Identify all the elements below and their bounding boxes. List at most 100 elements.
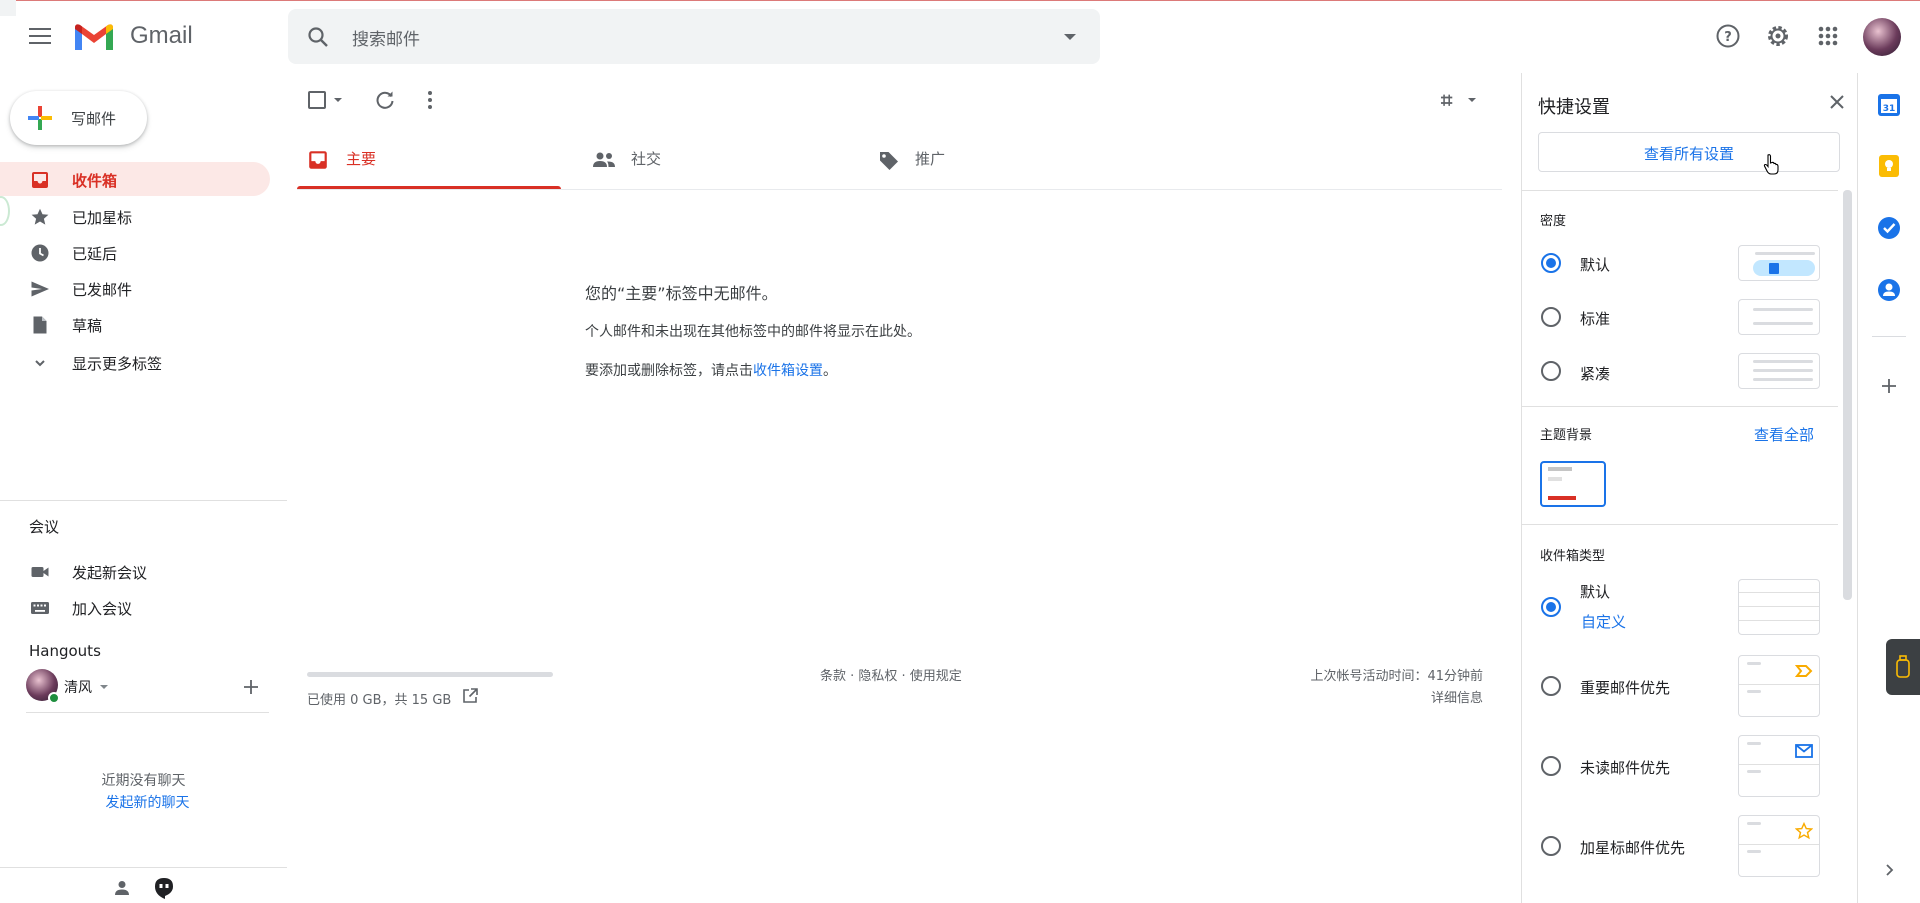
storage-usage-text: 已使用 0 GB，共 15 GB — [307, 693, 452, 708]
sidebar-item-label: 已加星标 — [72, 209, 133, 227]
inbox-unread-first-radio[interactable] — [1541, 756, 1561, 776]
input-tools-icon[interactable]: ⌗ — [1441, 88, 1452, 112]
calendar-icon[interactable]: 31 — [1876, 92, 1902, 118]
contacts-person-icon[interactable] — [112, 878, 132, 898]
search-bar[interactable]: 搜索邮件 — [288, 9, 1100, 64]
sidebar-item-inbox[interactable]: 收件箱 — [0, 162, 270, 196]
quick-settings-scrollbar[interactable] — [1843, 190, 1852, 600]
svg-text:?: ? — [1724, 30, 1732, 45]
bottom-divider — [0, 867, 287, 868]
density-default-radio[interactable] — [1541, 253, 1561, 273]
activity-details-link[interactable]: 详细信息 — [1300, 687, 1483, 706]
search-options-icon[interactable] — [1064, 34, 1076, 40]
compose-button[interactable]: 写邮件 — [10, 91, 147, 145]
inbox-unread-first-preview — [1738, 735, 1820, 797]
theme-default-thumbnail[interactable] — [1540, 461, 1606, 507]
sidebar-divider — [0, 500, 287, 501]
account-avatar[interactable] — [1863, 18, 1901, 56]
inbox-unread-first-label: 未读邮件优先 — [1580, 759, 1671, 777]
density-compact-radio[interactable] — [1541, 361, 1561, 381]
last-activity-text: 上次帐号活动时间：41分钟前 — [1310, 669, 1483, 684]
open-storage-external-icon[interactable] — [461, 687, 479, 705]
mouse-pointer-hand-icon — [1763, 154, 1779, 175]
sidebar-item-sent[interactable]: 已发邮件 — [0, 271, 270, 305]
side-panel-toggle-tab[interactable] — [1886, 639, 1920, 695]
inbox-default-radio[interactable] — [1541, 597, 1561, 617]
qs-divider — [1522, 406, 1838, 407]
gmail-logo-icon[interactable] — [72, 20, 116, 54]
tab-label: 主要 — [346, 150, 377, 168]
density-standard-preview — [1738, 299, 1820, 335]
density-section-title: 密度 — [1540, 214, 1567, 229]
qs-divider — [1522, 524, 1838, 525]
tabs-divider — [297, 189, 1502, 190]
side-panel-strip: 31 — [1857, 73, 1920, 903]
sidebar-item-drafts[interactable]: 草稿 — [0, 307, 270, 341]
tasks-icon[interactable] — [1876, 215, 1902, 241]
more-options-icon[interactable] — [420, 88, 440, 112]
hangouts-section-title: Hangouts — [29, 642, 101, 660]
hangouts-chat-icon[interactable] — [152, 876, 176, 900]
help-icon[interactable]: ? — [1714, 22, 1742, 50]
apps-grid-icon[interactable] — [1814, 22, 1842, 50]
inbox-starred-first-preview — [1738, 815, 1820, 877]
new-meeting-item[interactable]: 发起新会议 — [0, 554, 270, 588]
inbox-type-section-title: 收件箱类型 — [1540, 549, 1606, 564]
quick-settings-panel: 快捷设置 查看所有设置 密度 默认 标准 紧凑 主题背景 查看全部 收件箱类型 … — [1521, 73, 1857, 903]
empty-state-line2-prefix: 要添加或删除标签，请点击 — [585, 363, 753, 379]
search-icon[interactable] — [306, 25, 330, 49]
inbox-important-first-radio[interactable] — [1541, 676, 1561, 696]
expand-side-panel-chevron-icon[interactable] — [1880, 861, 1898, 879]
sidebar-item-label: 草稿 — [72, 317, 103, 335]
tab-promotions[interactable]: 推广 — [869, 140, 1133, 190]
search-input[interactable]: 搜索邮件 — [352, 25, 420, 50]
close-icon[interactable] — [1825, 90, 1849, 114]
star-icon — [31, 208, 49, 225]
get-addons-plus-icon[interactable] — [1876, 373, 1902, 399]
keep-notes-icon[interactable] — [1876, 153, 1902, 179]
main-menu-button[interactable] — [25, 24, 55, 50]
input-tools-dropdown-icon[interactable] — [1468, 98, 1476, 102]
density-compact-preview — [1738, 353, 1820, 389]
density-standard-radio[interactable] — [1541, 307, 1561, 327]
select-dropdown-icon[interactable] — [334, 98, 342, 102]
no-recent-chats-text: 近期没有聊天 — [101, 773, 186, 789]
side-strip-divider — [1872, 336, 1906, 337]
compose-plus-icon — [28, 106, 52, 130]
sidebar-item-starred[interactable]: 已加星标 — [0, 199, 270, 233]
inbox-default-label: 默认 — [1580, 583, 1611, 601]
gmail-wordmark[interactable]: Gmail — [130, 22, 193, 50]
sidebar-item-snoozed[interactable]: 已延后 — [0, 235, 270, 269]
select-all-checkbox[interactable] — [308, 91, 326, 109]
empty-state-line1: 个人邮件和未出现在其他标签中的邮件将显示在此处。 — [585, 324, 921, 340]
inbox-starred-first-radio[interactable] — [1541, 836, 1561, 856]
refresh-icon[interactable] — [373, 88, 397, 112]
footer-policy-links[interactable]: 条款 · 隐私权 · 使用规定 — [820, 665, 962, 684]
svg-text:31: 31 — [1883, 104, 1896, 114]
sidebar-item-label: 已延后 — [72, 245, 118, 263]
user-status-dropdown-icon[interactable] — [100, 685, 108, 689]
new-meeting-label: 发起新会议 — [72, 564, 148, 582]
inbox-settings-link[interactable]: 收件箱设置 — [753, 363, 823, 379]
sidebar-item-more-labels[interactable]: 显示更多标签 — [0, 345, 270, 379]
start-new-chat-link[interactable]: 发起新的聊天 — [0, 792, 295, 812]
inbox-customize-link[interactable]: 自定义 — [1581, 611, 1626, 632]
quick-settings-title: 快捷设置 — [1538, 97, 1610, 118]
hangouts-user-name[interactable]: 清风 — [64, 677, 92, 697]
tab-label: 推广 — [915, 150, 946, 168]
see-all-settings-button[interactable]: 查看所有设置 — [1538, 132, 1840, 172]
tab-primary[interactable]: 主要 — [297, 140, 561, 190]
join-meeting-item[interactable]: 加入会议 — [0, 590, 270, 624]
clock-icon — [31, 244, 49, 262]
theme-see-all-link[interactable]: 查看全部 — [1754, 424, 1814, 445]
tab-social[interactable]: 社交 — [583, 140, 847, 190]
header: Gmail 搜索邮件 ? — [0, 0, 1920, 73]
tag-icon — [880, 152, 898, 170]
sidebar-item-label: 收件箱 — [72, 172, 118, 190]
add-chat-plus-icon[interactable] — [242, 678, 260, 696]
inbox-important-first-preview — [1738, 655, 1820, 717]
compose-label: 写邮件 — [71, 110, 117, 128]
join-meeting-label: 加入会议 — [72, 600, 133, 618]
settings-gear-icon[interactable] — [1764, 22, 1792, 50]
contacts-icon[interactable] — [1876, 277, 1902, 303]
